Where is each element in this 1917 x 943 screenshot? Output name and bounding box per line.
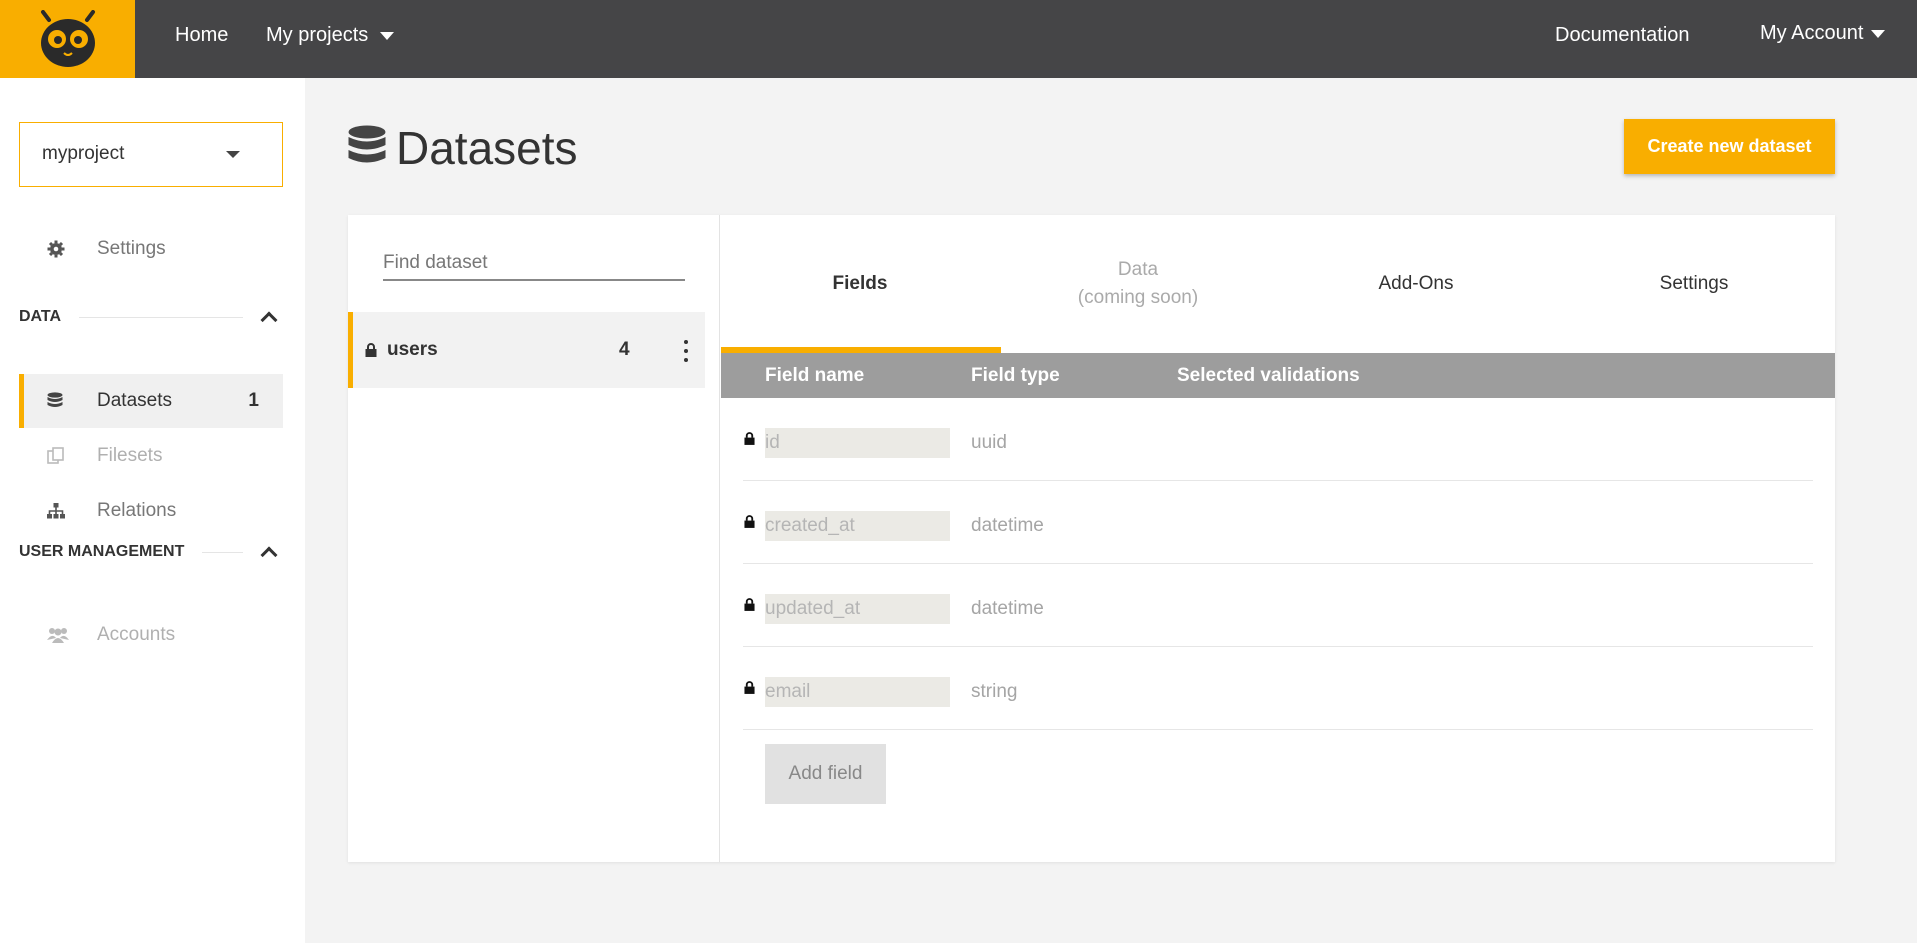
field-type: string (971, 681, 1018, 702)
lock-icon (365, 343, 377, 357)
sitemap-icon (47, 503, 77, 519)
tab-label: Add-Ons (1378, 273, 1454, 294)
caret-down-icon (226, 151, 240, 158)
lock-icon (744, 598, 755, 611)
field-type: datetime (971, 515, 1044, 536)
tab-settings[interactable]: Settings (1555, 215, 1833, 353)
section-title: USER MANAGEMENT (19, 543, 185, 560)
gear-icon (47, 240, 77, 258)
lock-icon (744, 681, 755, 694)
more-options-icon[interactable] (678, 340, 694, 362)
add-field-button[interactable]: Add field (765, 744, 886, 804)
divider (79, 316, 243, 318)
database-icon (47, 391, 77, 411)
fields-table-header: Field name Field type Selected validatio… (721, 353, 1835, 398)
dataset-field-count: 4 (619, 339, 630, 360)
project-select[interactable]: myproject (19, 122, 283, 187)
tab-label: Data (1117, 259, 1159, 280)
divider (202, 551, 243, 553)
sidebar-item-accounts[interactable]: Accounts (19, 608, 283, 662)
column-header-field-name: Field name (765, 365, 865, 386)
nav-documentation-link[interactable]: Documentation (1555, 0, 1690, 70)
sidebar-item-settings[interactable]: Settings (19, 222, 283, 276)
field-name-input (765, 677, 950, 707)
lock-icon (744, 515, 755, 528)
chevron-up-icon[interactable] (260, 546, 278, 564)
datasets-card: users 4 Fields Data (coming soon) Add-On… (348, 215, 1835, 862)
field-row: uuid (721, 398, 1835, 481)
field-name-input (765, 511, 950, 541)
files-icon (47, 447, 77, 465)
row-divider (743, 729, 1813, 730)
top-navbar: Home My projects Documentation My Accoun… (0, 0, 1917, 78)
section-header-data: DATA (19, 302, 283, 332)
field-row: datetime (721, 564, 1835, 647)
tab-label: Settings (1659, 273, 1729, 294)
page-title-text: Datasets (396, 122, 578, 174)
page-title: Datasets (348, 118, 578, 178)
create-new-dataset-button[interactable]: Create new dataset (1624, 119, 1835, 174)
caret-down-icon (380, 31, 395, 40)
field-row: string (721, 647, 1835, 730)
tab-sublabel: (coming soon) (1077, 287, 1199, 308)
tab-fields[interactable]: Fields (721, 215, 999, 353)
tab-data: Data (coming soon) (999, 215, 1277, 353)
dataset-name: users (387, 339, 438, 360)
field-type: datetime (971, 598, 1044, 619)
column-header-field-type: Field type (971, 365, 1060, 386)
column-header-validations: Selected validations (1177, 365, 1360, 386)
field-name-input (765, 428, 950, 458)
sidebar-item-filesets[interactable]: Filesets (19, 429, 283, 483)
sidebar-item-label: Accounts (97, 624, 176, 645)
caret-down-icon (1871, 29, 1886, 38)
field-name-input (765, 594, 950, 624)
field-row: datetime (721, 481, 1835, 564)
sidebar-item-label: Relations (97, 500, 177, 521)
dataset-list-panel: users 4 (348, 215, 720, 862)
nav-my-projects-label: My projects (266, 24, 369, 46)
my-account-label: My Account (1760, 22, 1864, 44)
sidebar-item-datasets[interactable]: Datasets 1 (19, 374, 283, 428)
database-icon (348, 125, 386, 163)
project-select-value: myproject (42, 143, 125, 164)
chevron-up-icon[interactable] (260, 311, 278, 329)
users-icon (47, 627, 77, 643)
lock-icon (744, 432, 755, 445)
my-account-menu[interactable]: My Account (1760, 0, 1886, 68)
field-type: uuid (971, 432, 1007, 453)
count-badge: 1 (248, 390, 259, 411)
owl-logo-icon[interactable] (0, 0, 135, 78)
find-dataset-input[interactable] (383, 247, 685, 281)
nav-my-projects-menu[interactable]: My projects (266, 0, 395, 70)
sidebar-item-relations[interactable]: Relations (19, 484, 283, 538)
section-title: DATA (19, 308, 62, 325)
sidebar-item-label: Filesets (97, 445, 163, 466)
dataset-tabs: Fields Data (coming soon) Add-Ons Settin… (721, 215, 1835, 353)
nav-home-link[interactable]: Home (175, 0, 228, 70)
dataset-list-item[interactable]: users 4 (348, 312, 705, 388)
tab-add-ons[interactable]: Add-Ons (1277, 215, 1555, 353)
sidebar: myproject Settings DATA Datasets 1 Files… (0, 78, 305, 943)
section-header-user-management: USER MANAGEMENT (19, 537, 283, 567)
sidebar-item-label: Datasets (97, 390, 172, 411)
tab-label: Fields (832, 273, 888, 294)
sidebar-item-label: Settings (97, 238, 166, 259)
